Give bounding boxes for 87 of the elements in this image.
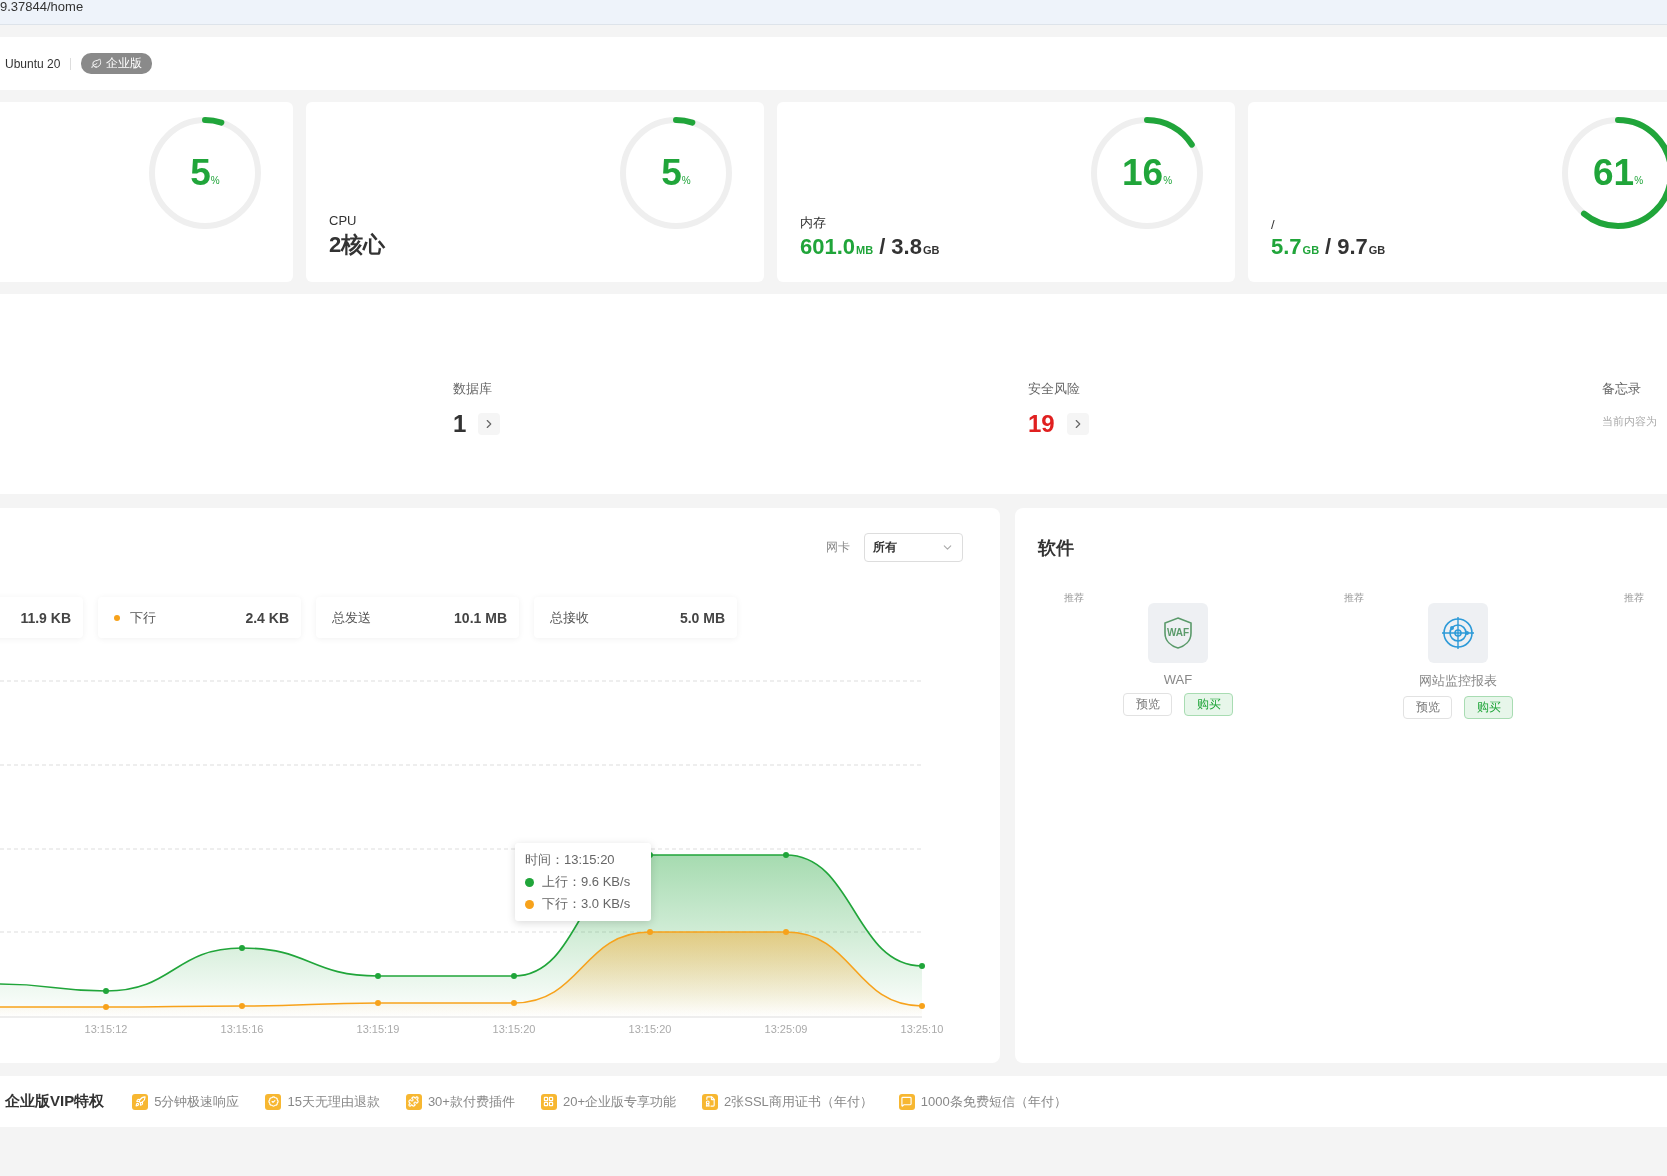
data-point bbox=[919, 1003, 925, 1009]
gauge-unit: % bbox=[1634, 174, 1644, 186]
recommend-tag: 推荐 bbox=[1064, 592, 1084, 603]
overview-count[interactable]: 19 bbox=[1028, 410, 1055, 438]
chevron-right-icon[interactable] bbox=[478, 413, 501, 435]
data-point bbox=[783, 852, 789, 858]
tooltip-text: 上行：9.6 KB/s bbox=[542, 873, 631, 891]
axis-label: 13:25:09 bbox=[764, 1023, 808, 1035]
data-point bbox=[239, 1003, 245, 1009]
stat-value: 5.0 MB bbox=[679, 609, 725, 626]
buy-button[interactable]: 购买 bbox=[1184, 693, 1233, 716]
target-icon bbox=[1440, 615, 1476, 651]
feature-text: 1000条免费短信（年付） bbox=[920, 1092, 1067, 1111]
rocket-icon bbox=[132, 1093, 149, 1110]
puzzle-icon bbox=[405, 1093, 422, 1110]
preview-button[interactable]: 预览 bbox=[1403, 696, 1452, 719]
axis-label: 13:15:12 bbox=[84, 1023, 128, 1035]
card-label: / bbox=[1271, 217, 1276, 232]
stat-label: 总发送 bbox=[332, 608, 371, 627]
certificate-icon bbox=[702, 1093, 718, 1110]
os-name: Ubuntu 20 bbox=[5, 56, 61, 71]
gauge-value: 5 bbox=[190, 152, 211, 194]
data-point bbox=[375, 973, 381, 979]
vip-title: 企业版VIP特权 bbox=[5, 1092, 105, 1111]
gauge-value: 61 bbox=[1592, 152, 1635, 194]
card-label: 内存 bbox=[800, 214, 827, 232]
preview-button[interactable]: 预览 bbox=[1123, 693, 1172, 716]
gauge-value: 16 bbox=[1121, 152, 1164, 194]
card-value: 3.8GB bbox=[891, 234, 940, 260]
data-point bbox=[375, 1000, 381, 1006]
axis-label: 13:15:20 bbox=[628, 1023, 672, 1035]
app-tile[interactable]: WAF bbox=[1148, 603, 1208, 663]
card-value: 9.7GB bbox=[1337, 234, 1386, 260]
stat-label: 下行 bbox=[114, 608, 156, 627]
card-value: 601.0MB bbox=[800, 234, 874, 260]
chevron-right-icon[interactable] bbox=[1066, 413, 1089, 435]
gauge-unit: % bbox=[681, 174, 691, 186]
overview-label: 备忘录 bbox=[1602, 380, 1642, 398]
feature-text: 2张SSL商用证书（年付） bbox=[724, 1092, 873, 1111]
stat-value: 10.1 MB bbox=[454, 609, 507, 626]
address-text[interactable]: 9.37844/home bbox=[0, 0, 84, 14]
grid-icon bbox=[540, 1093, 557, 1110]
data-point bbox=[103, 988, 109, 994]
axis-label: 13:15:16 bbox=[220, 1023, 264, 1035]
overview-label: 安全风险 bbox=[1028, 380, 1081, 398]
data-point bbox=[103, 1004, 109, 1010]
tooltip-title: 时间：13:15:20 bbox=[525, 851, 616, 869]
gauge-value: 5 bbox=[661, 152, 682, 194]
edition-badge: 企业版 bbox=[81, 53, 153, 74]
stat-value: 2.4 KB bbox=[245, 609, 289, 626]
stat-value: 11.9 KB bbox=[20, 609, 71, 626]
app-tile[interactable] bbox=[1428, 603, 1488, 663]
separator: / bbox=[1325, 234, 1332, 260]
data-point bbox=[511, 1000, 517, 1006]
data-point bbox=[511, 973, 517, 979]
stat-label: 总接收 bbox=[550, 608, 589, 627]
badge-icon bbox=[265, 1093, 282, 1110]
data-point bbox=[239, 945, 245, 951]
data-point bbox=[647, 929, 653, 935]
feature-text: 5分钟极速响应 bbox=[154, 1092, 240, 1111]
separator: / bbox=[879, 234, 886, 260]
data-point bbox=[783, 929, 789, 935]
buy-button[interactable]: 购买 bbox=[1464, 696, 1513, 719]
app-name: 网站监控报表 bbox=[1419, 672, 1497, 690]
card-label: CPU bbox=[329, 213, 358, 228]
nic-label: 网卡 bbox=[826, 539, 850, 556]
recommend-tag: 推荐 bbox=[1624, 592, 1644, 603]
overview-label: 数据库 bbox=[453, 380, 493, 398]
memo-text: 当前内容为 bbox=[1602, 414, 1658, 429]
gauge-unit: % bbox=[210, 174, 220, 186]
feature-text: 30+款付费插件 bbox=[427, 1092, 515, 1111]
axis-label: 13:25:10 bbox=[900, 1023, 944, 1035]
card-value: 5.7GB bbox=[1271, 234, 1320, 260]
recommend-tag: 推荐 bbox=[1344, 592, 1364, 603]
app-name: WAF bbox=[1163, 672, 1193, 687]
nic-select[interactable]: 所有 bbox=[864, 533, 963, 562]
tooltip-text: 下行：3.0 KB/s bbox=[542, 895, 631, 913]
gauge-unit: % bbox=[1163, 174, 1173, 186]
feature-text: 15天无理由退款 bbox=[287, 1092, 380, 1111]
axis-label: 13:15:19 bbox=[356, 1023, 400, 1035]
overview-count[interactable]: 1 bbox=[453, 410, 467, 438]
data-point bbox=[919, 963, 925, 969]
feature-text: 20+企业版专享功能 bbox=[562, 1092, 676, 1111]
axis-label: 13:15:20 bbox=[492, 1023, 536, 1035]
card-value: 2核心 bbox=[329, 231, 386, 259]
panel-title: 软件 bbox=[1038, 537, 1075, 560]
message-icon bbox=[898, 1093, 915, 1110]
